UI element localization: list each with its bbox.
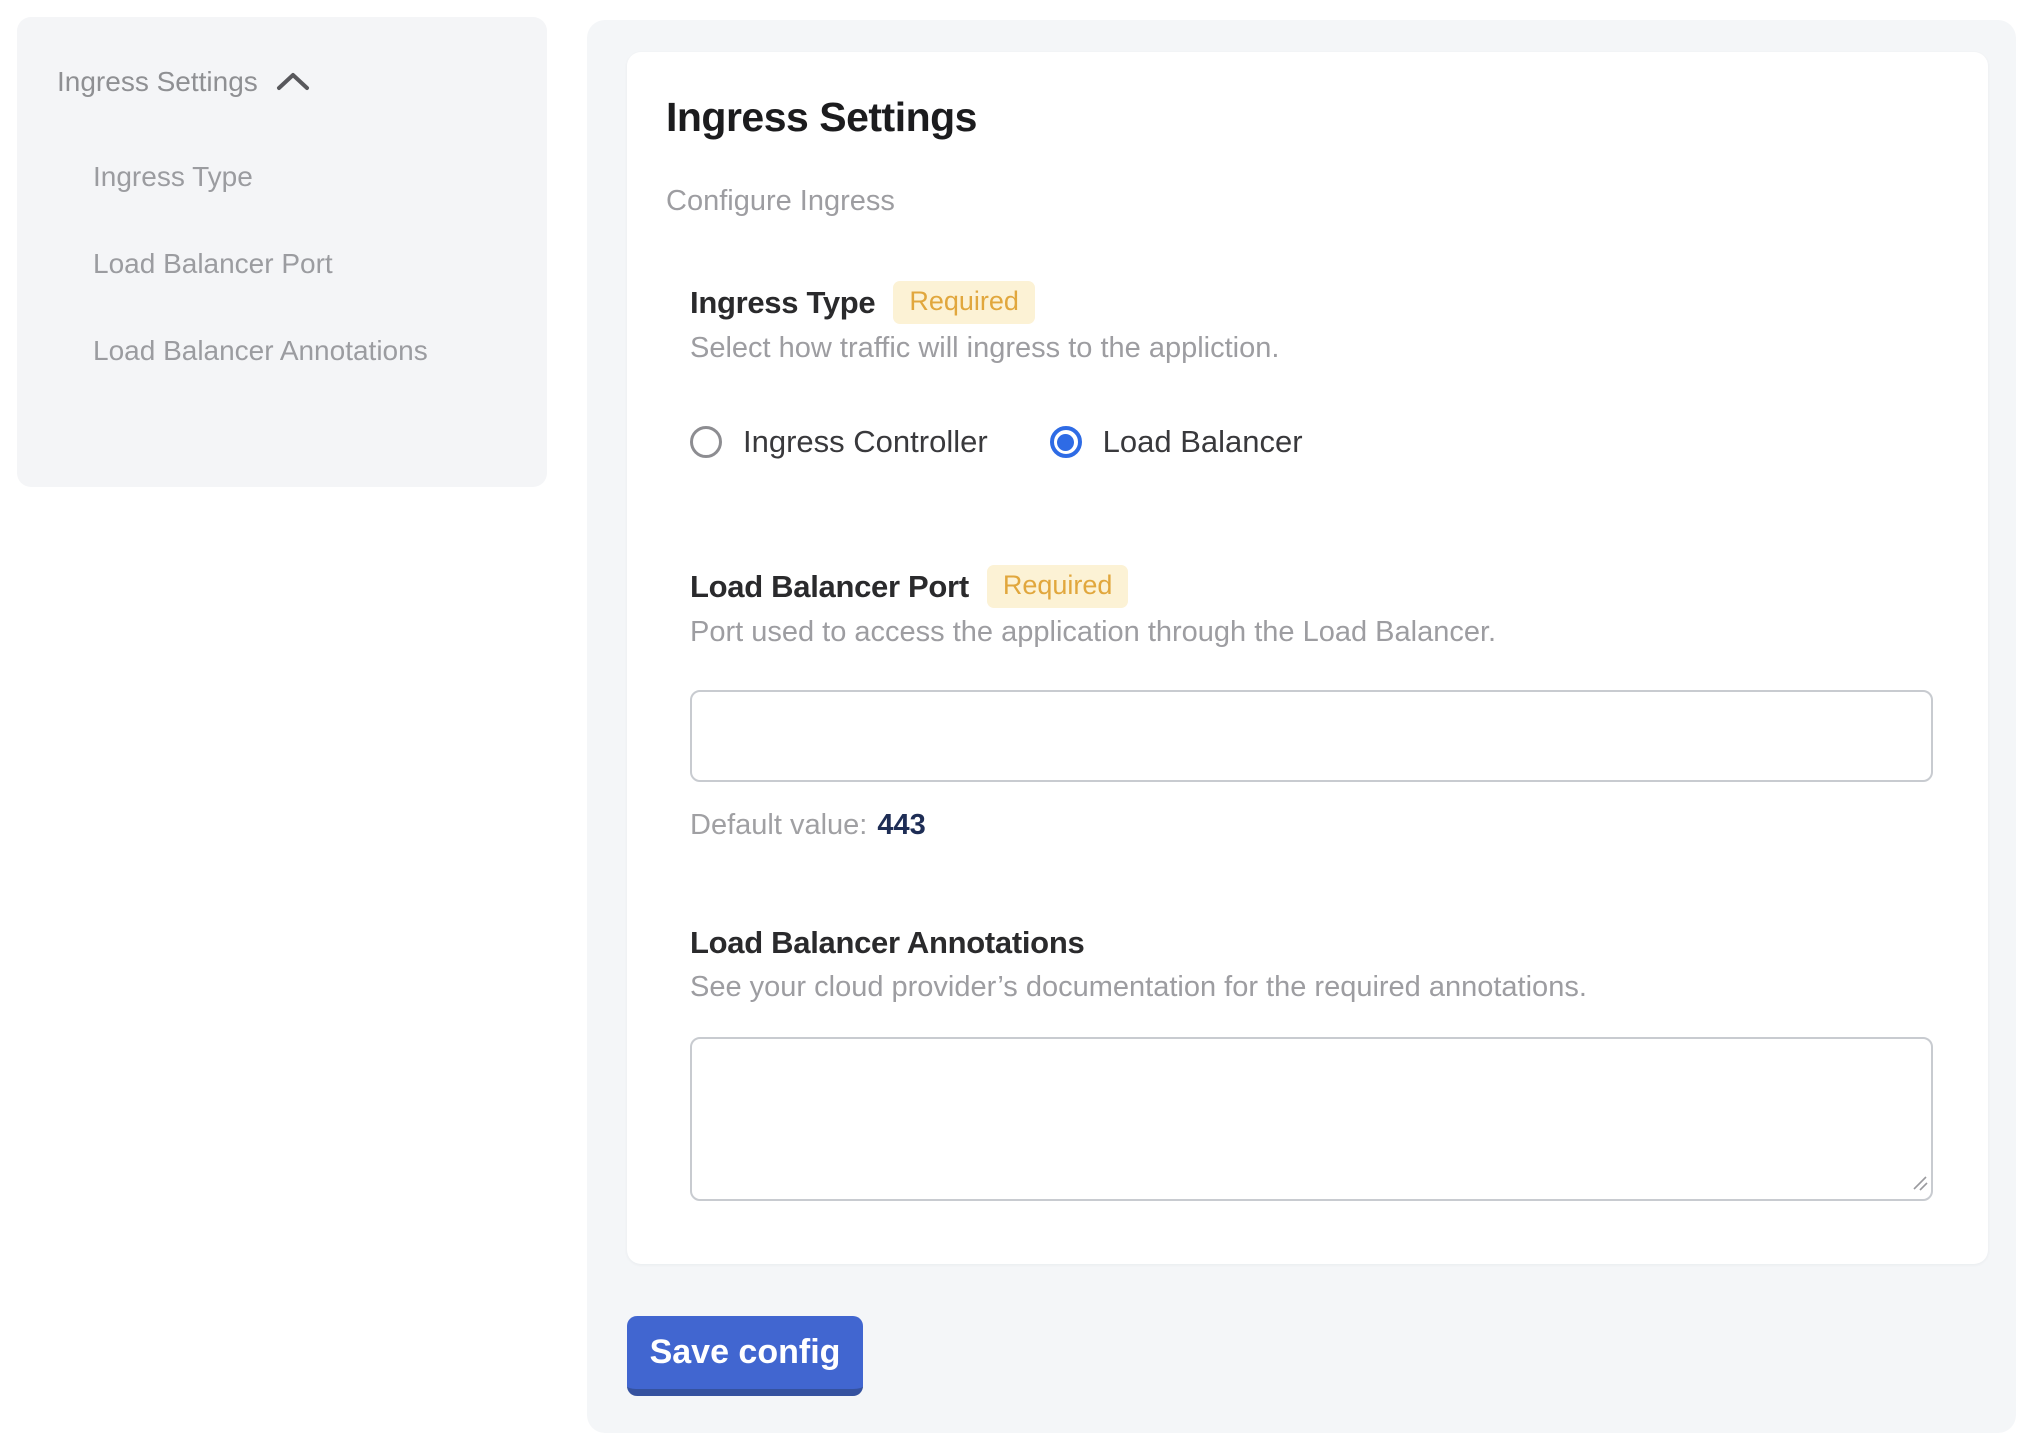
sidebar: Ingress Settings Ingress Type Load Balan… [17,17,547,487]
save-config-button[interactable]: Save config [627,1316,863,1396]
sidebar-item-load-balancer-port[interactable]: Load Balancer Port [93,236,443,291]
default-value-label: Default value: [690,809,867,841]
lb-annotations-label: Load Balancer Annotations [690,923,1084,963]
page-title: Ingress Settings [666,92,1933,143]
ingress-type-label: Ingress Type [690,283,875,323]
default-value: 443 [877,809,925,841]
form-sections: Ingress Type Required Select how traffic… [666,281,1933,1201]
radio-unselected-icon[interactable] [690,426,722,458]
section-ingress-type: Ingress Type Required Select how traffic… [690,281,1933,460]
resize-handle-icon[interactable] [1910,1173,1928,1196]
main-panel: Ingress Settings Configure Ingress Ingre… [587,20,2016,1433]
lb-annotations-textarea[interactable] [690,1037,1933,1201]
required-badge: Required [893,281,1035,324]
radio-label-load-balancer: Load Balancer [1103,424,1303,460]
sidebar-nav: Ingress Type Load Balancer Port Load Bal… [93,149,443,378]
sidebar-section-title: Ingress Settings [57,65,258,99]
lb-annotations-description: See your cloud provider’s documentation … [690,969,1933,1005]
chevron-up-icon [276,72,310,92]
page: Ingress Settings Ingress Type Load Balan… [0,0,2036,1452]
sidebar-item-ingress-type[interactable]: Ingress Type [93,149,443,204]
ingress-settings-card: Ingress Settings Configure Ingress Ingre… [627,52,1988,1264]
lb-port-label: Load Balancer Port [690,567,969,607]
sidebar-item-load-balancer-annotations[interactable]: Load Balancer Annotations [93,323,443,378]
lb-port-default-row: Default value: 443 [690,807,1933,843]
lb-port-description: Port used to access the application thro… [690,614,1933,650]
ingress-type-description: Select how traffic will ingress to the a… [690,330,1933,366]
required-badge: Required [987,565,1129,608]
section-load-balancer-annotations: Load Balancer Annotations See your cloud… [690,923,1933,1201]
radio-option-load-balancer[interactable]: Load Balancer [1050,424,1303,460]
sidebar-section-ingress-settings[interactable]: Ingress Settings [57,65,517,99]
radio-option-ingress-controller[interactable]: Ingress Controller [690,424,988,460]
radio-label-ingress-controller: Ingress Controller [743,424,988,460]
radio-selected-icon[interactable] [1050,426,1082,458]
section-load-balancer-port: Load Balancer Port Required Port used to… [690,565,1933,843]
page-subtitle: Configure Ingress [666,183,1933,219]
ingress-type-options: Ingress Controller Load Balancer [690,424,1933,460]
lb-port-input[interactable] [690,690,1933,782]
